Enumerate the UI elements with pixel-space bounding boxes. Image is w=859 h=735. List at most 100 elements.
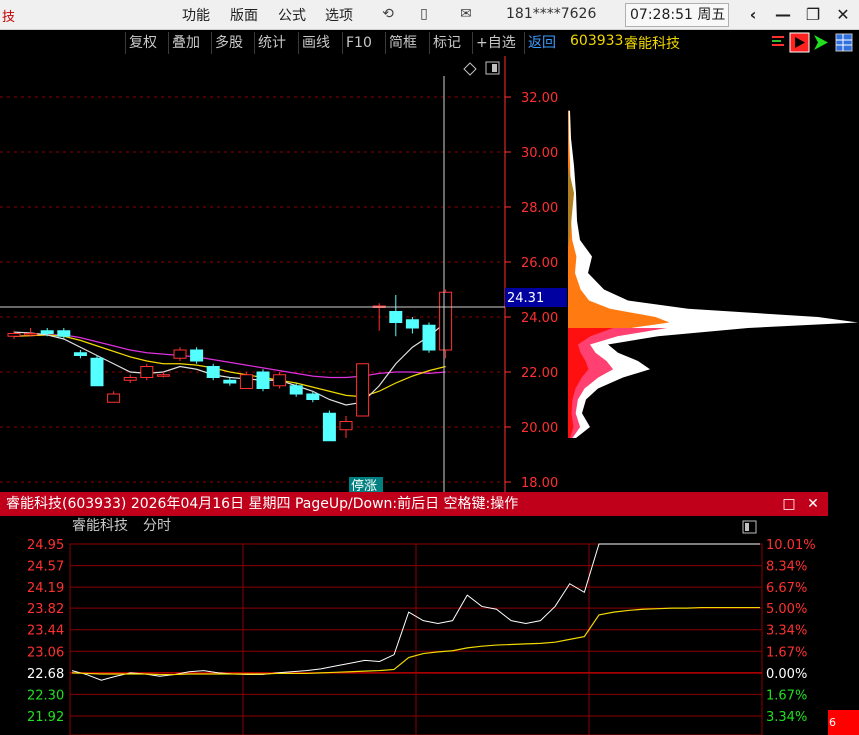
menu-layout[interactable]: 版面 [230, 5, 258, 25]
intraday-pct-label: 1.67% [766, 645, 807, 660]
kline-chart[interactable]: 32.00 30.00 28.00 26.00 24.00 22.00 20.00 18.00… [0, 56, 568, 492]
play-red-icon[interactable] [789, 32, 810, 53]
price-distribution-chart[interactable] [568, 56, 859, 492]
intraday-title: 睿能科技(603933) 2026年04月16日 星期四 PageUp/Down… [0, 492, 828, 516]
close-button[interactable]: ✕ [831, 2, 855, 28]
candle-body[interactable] [57, 330, 71, 337]
candle-body[interactable] [322, 412, 336, 442]
candle-body[interactable] [223, 379, 237, 384]
candle-body[interactable] [422, 324, 436, 351]
candle-body[interactable] [356, 363, 370, 417]
candle-body[interactable] [239, 374, 253, 389]
price-axis-label: 22.00 [521, 366, 558, 381]
intraday-price-label: 23.44 [27, 624, 64, 639]
ma-line-long [13, 334, 446, 379]
candle-body[interactable] [107, 393, 121, 403]
top-menu-bar: 技 功能 版面 公式 选项 ⟲ ▯ ✉ 181****7626 07:28:51… [0, 0, 859, 30]
candle-body[interactable] [73, 352, 87, 356]
play-green-icon[interactable] [814, 35, 828, 50]
refresh-icon[interactable]: ⟲ [378, 4, 398, 24]
minimize-button[interactable]: — [771, 2, 795, 28]
price-profile-all [568, 110, 858, 438]
candle-body[interactable] [289, 385, 303, 395]
intraday-pct-label: 5.00% [766, 602, 807, 617]
candle-body[interactable] [439, 291, 453, 351]
multi-stock-button[interactable]: 多股 [211, 32, 246, 54]
statistics-button[interactable]: 统计 [254, 32, 289, 54]
price-distribution-svg [568, 110, 858, 438]
candle-body[interactable] [256, 371, 270, 389]
candle-body[interactable] [273, 374, 287, 387]
price-axis-label: 32.00 [521, 91, 558, 106]
candle-body[interactable] [339, 421, 353, 431]
intraday-price-label: 23.06 [27, 645, 64, 660]
f10-button[interactable]: F10 [342, 32, 375, 54]
restore-button[interactable]: ❐ [801, 2, 825, 28]
mark-button[interactable]: 标记 [429, 32, 464, 54]
window-toggle-icon[interactable] [485, 61, 500, 75]
limit-tag-label: 停涨 [351, 478, 377, 492]
simple-frame-button[interactable]: 简框 [385, 32, 420, 54]
intraday-pct-label: 6.67% [766, 581, 807, 596]
close-subwindow-button[interactable]: ✕ [803, 492, 823, 516]
menu-options[interactable]: 选项 [325, 5, 353, 25]
ma-line-short [13, 322, 446, 406]
clock: 07:28:51 周五 [625, 3, 729, 27]
intraday-pct-label: 1.67% [766, 688, 807, 703]
candle-body[interactable] [7, 333, 21, 337]
candle-body[interactable] [156, 374, 170, 377]
back-button[interactable]: ‹ [741, 2, 765, 28]
price-axis-label: 28.00 [521, 201, 558, 216]
stock-name: 睿能科技 [624, 36, 680, 52]
intraday-chart[interactable]: 24.95 10.01% 24.57 8.34% 24.19 6.67% 23.82 5.00… [0, 516, 828, 735]
candle-body[interactable] [306, 393, 320, 400]
diamond-icon[interactable] [463, 62, 477, 76]
stock-header: 603933 睿能科技 [568, 30, 859, 56]
intraday-window[interactable]: 睿能科技(603933) 2026年04月16日 星期四 PageUp/Down… [0, 492, 828, 735]
intraday-pct-label: 8.34% [766, 560, 807, 575]
app-title: 技 [2, 10, 16, 25]
intraday-price-label: 24.95 [27, 538, 64, 553]
price-axis-label: 30.00 [521, 146, 558, 161]
menu-formula[interactable]: 公式 [278, 5, 306, 25]
draw-line-button[interactable]: 画线 [298, 32, 333, 54]
price-axis-label: 20.00 [521, 421, 558, 436]
candle-body[interactable] [123, 377, 137, 381]
grid-icon[interactable] [835, 33, 853, 52]
stock-code: 603933 [570, 33, 624, 49]
restore-rights-button[interactable]: 复权 [125, 32, 160, 54]
return-button[interactable]: 返回 [524, 32, 559, 54]
overlay-button[interactable]: 叠加 [168, 32, 203, 54]
ma-line-mid [13, 334, 446, 398]
price-axis-label: 26.00 [521, 256, 558, 271]
candle-body[interactable] [405, 319, 419, 329]
trend-icon[interactable] [772, 36, 784, 46]
corner-badge: 6 [828, 710, 859, 735]
intraday-type-label: 分时 [143, 518, 171, 534]
phone-icon[interactable]: ▯ [414, 4, 434, 24]
add-watchlist-button[interactable]: +自选 [472, 32, 519, 54]
intraday-svg: 24.95 10.01% 24.57 8.34% 24.19 6.67% 23.82 5.00… [27, 518, 816, 735]
candle-body[interactable] [206, 366, 220, 378]
candle-body[interactable] [40, 330, 54, 334]
candle-body[interactable] [190, 349, 204, 362]
candle-body[interactable] [389, 311, 403, 323]
menu-function[interactable]: 功能 [182, 5, 210, 25]
panel-toggle-icon[interactable] [742, 520, 757, 534]
intraday-pct-label: 10.01% [766, 538, 816, 553]
intraday-stock-name: 睿能科技 [72, 518, 128, 534]
intraday-price-label: 24.19 [27, 581, 64, 596]
intraday-pct-label: 0.00% [766, 667, 807, 682]
candle-body[interactable] [90, 357, 104, 387]
maximize-button[interactable]: □ [779, 492, 799, 516]
kline-svg[interactable]: 32.00 30.00 28.00 26.00 24.00 22.00 20.00 18.00… [0, 56, 568, 492]
intraday-pct-label: 3.34% [766, 710, 807, 725]
candle-body[interactable] [140, 366, 154, 378]
candle-body[interactable] [24, 333, 38, 336]
chart-toolbar: 复权 叠加 多股 统计 画线 F10 简框 标记 +自选 返回 [0, 30, 568, 56]
candle-body[interactable] [173, 349, 187, 359]
intraday-price-label: 24.57 [27, 560, 64, 575]
intraday-price-label: 21.92 [27, 710, 64, 725]
mail-icon[interactable]: ✉ [456, 4, 476, 24]
price-axis-label: 18.00 [521, 476, 558, 491]
